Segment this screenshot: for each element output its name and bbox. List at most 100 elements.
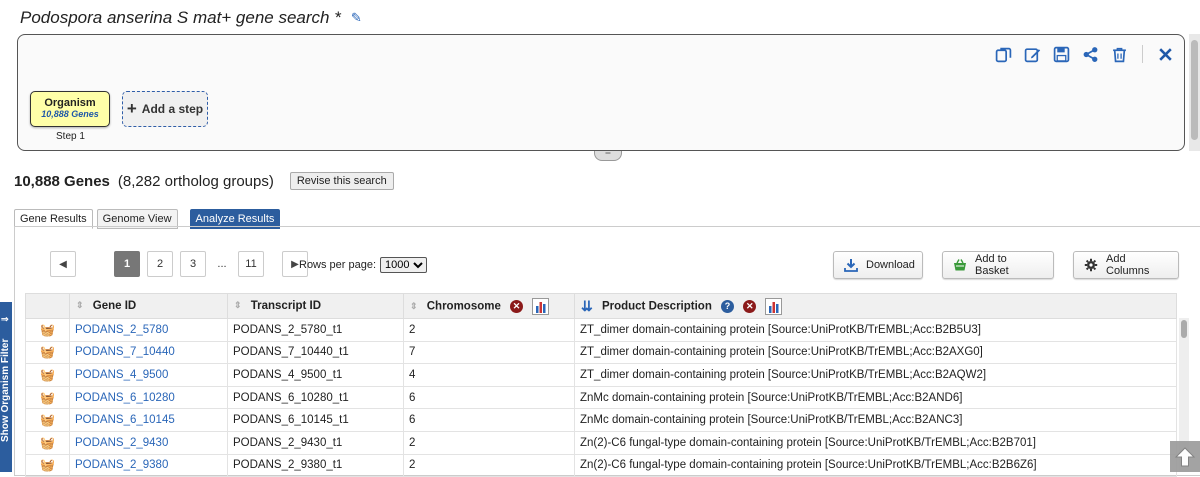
expand-arrow-icon: ⇒	[1, 314, 9, 324]
share-icon[interactable]	[1082, 46, 1099, 63]
close-icon[interactable]	[1157, 46, 1174, 63]
plus-icon: +	[126, 99, 137, 118]
basket-cell[interactable]: 🧺	[25, 363, 70, 387]
organism-filter-toggle[interactable]: ⇒ Show Organism Filter	[0, 302, 12, 472]
page-button[interactable]: 2	[147, 251, 173, 277]
basket-cell[interactable]: 🧺	[25, 385, 70, 410]
product-description-cell: ZT_dimer domain-containing protein [Sour…	[574, 363, 1177, 387]
revise-search-button[interactable]: Revise this search	[289, 172, 394, 190]
panel-resize-handle[interactable]: ═	[594, 150, 622, 161]
basket-icon[interactable]: 🧺	[40, 458, 55, 472]
basket-icon[interactable]: 🧺	[40, 345, 55, 359]
strategy-panel: Organism 10,888 Genes Step 1 + Add a ste…	[17, 34, 1185, 151]
add-columns-button[interactable]: Add Columns	[1073, 251, 1179, 279]
gene-id-link[interactable]: PODANS_2_9430	[75, 437, 168, 449]
save-icon[interactable]	[1053, 46, 1070, 63]
gene-id-link[interactable]: PODANS_7_10440	[75, 346, 175, 358]
prev-page-button[interactable]: ◀	[50, 251, 76, 277]
basket-column-header	[25, 293, 70, 319]
page-button[interactable]: 11	[238, 251, 264, 277]
gear-icon	[1084, 258, 1098, 272]
gene-id-link[interactable]: PODANS_2_5780	[75, 324, 168, 336]
basket-cell[interactable]: 🧺	[25, 318, 70, 342]
arrow-up-icon	[1174, 446, 1196, 466]
gene-id-link[interactable]: PODANS_6_10145	[75, 414, 175, 426]
table-row: 🧺 PODANS_6_10145 PODANS_6_10145_t1 6 ZnM…	[25, 408, 1177, 432]
product-description-cell: ZT_dimer domain-containing protein [Sour…	[574, 318, 1177, 342]
column-label: Gene ID	[92, 300, 137, 312]
add-step-button[interactable]: + Add a step	[122, 91, 208, 127]
table-row: 🧺 PODANS_6_10280 PODANS_6_10280_t1 6 ZnM…	[25, 385, 1177, 410]
product-description-cell: Zn(2)-C6 fungal-type domain-containing p…	[574, 430, 1177, 455]
table-row: 🧺 PODANS_7_10440 PODANS_7_10440_t1 7 ZT_…	[25, 340, 1177, 365]
column-label: Transcript ID	[250, 300, 322, 312]
column-header-product-description[interactable]: ⇊ Product Description ? ✕	[574, 293, 1177, 319]
remove-column-icon[interactable]: ✕	[743, 299, 757, 313]
basket-icon[interactable]: 🧺	[40, 436, 55, 450]
sort-icon[interactable]: ⇕	[76, 300, 84, 311]
column-header-transcript-id[interactable]: ⇕ Transcript ID	[227, 293, 404, 319]
table-row: 🧺 PODANS_4_9500 PODANS_4_9500_t1 4 ZT_di…	[25, 363, 1177, 387]
rows-per-page: Rows per page: 1000	[299, 257, 428, 273]
basket-icon[interactable]: 🧺	[40, 368, 55, 382]
column-label: Product Description	[601, 300, 712, 313]
product-description-cell: Zn(2)-C6 fungal-type domain-containing p…	[574, 453, 1177, 477]
gene-id-cell: PODANS_6_10280	[69, 385, 228, 410]
page-button[interactable]: 3	[180, 251, 206, 277]
page-ellipsis: ...	[217, 258, 227, 270]
transcript-id-cell: PODANS_2_9430_t1	[227, 430, 404, 455]
basket-icon[interactable]: 🧺	[40, 391, 55, 405]
basket-icon[interactable]: 🧺	[40, 323, 55, 337]
add-to-basket-button[interactable]: Add to Basket	[942, 251, 1054, 279]
gene-id-link[interactable]: PODANS_6_10280	[75, 392, 175, 404]
gene-id-cell: PODANS_2_5780	[69, 318, 228, 342]
basket-cell[interactable]: 🧺	[25, 340, 70, 365]
gene-id-cell: PODANS_7_10440	[69, 340, 228, 365]
download-label: Download	[866, 259, 915, 271]
sort-icon[interactable]: ⇕	[410, 301, 418, 312]
column-header-gene-id[interactable]: ⇕ Gene ID	[69, 293, 228, 319]
step-organism[interactable]: Organism 10,888 Genes	[30, 91, 110, 127]
chromosome-cell: 4	[403, 363, 575, 387]
basket-cell[interactable]: 🧺	[25, 453, 70, 477]
column-header-chromosome[interactable]: ⇕ Chromosome ✕	[403, 293, 575, 319]
histogram-icon[interactable]	[532, 297, 550, 315]
gene-id-link[interactable]: PODANS_4_9500	[75, 369, 168, 381]
panel-scrollbar[interactable]	[1189, 34, 1200, 151]
rows-per-page-select[interactable]: 1000	[380, 257, 428, 273]
add-step-label: Add a step	[141, 102, 204, 116]
download-button[interactable]: Download	[833, 251, 923, 279]
sort-icon[interactable]: ⇕	[234, 300, 242, 311]
basket-cell[interactable]: 🧺	[25, 430, 70, 455]
gene-id-cell: PODANS_6_10145	[69, 408, 228, 432]
pencil-icon[interactable]: ✎	[351, 10, 362, 26]
page-button[interactable]: 1	[114, 251, 140, 277]
basket-cell[interactable]: 🧺	[25, 408, 70, 432]
table-row: 🧺 PODANS_2_9380 PODANS_2_9380_t1 2 Zn(2)…	[25, 453, 1177, 477]
sort-descending-icon[interactable]: ⇊	[581, 298, 593, 315]
help-icon[interactable]: ?	[721, 299, 735, 313]
transcript-id-cell: PODANS_6_10280_t1	[227, 385, 404, 410]
histogram-icon[interactable]	[765, 297, 783, 315]
ortholog-count: (8,282 ortholog groups)	[117, 172, 274, 190]
remove-column-icon[interactable]: ✕	[510, 299, 524, 313]
table-row: 🧺 PODANS_2_9430 PODANS_2_9430_t1 2 Zn(2)…	[25, 430, 1177, 455]
search-title: Podospora anserina S mat+ gene search *	[20, 8, 341, 27]
product-description-cell: ZnMc domain-containing protein [Source:U…	[574, 408, 1177, 432]
transcript-id-cell: PODANS_4_9500_t1	[227, 363, 404, 387]
rows-per-page-label: Rows per page:	[299, 259, 377, 271]
transcript-id-cell: PODANS_7_10440_t1	[227, 340, 404, 365]
edit-icon[interactable]	[1024, 46, 1041, 63]
copy-icon[interactable]	[995, 46, 1012, 63]
basket-icon[interactable]: 🧺	[40, 413, 55, 427]
product-description-cell: ZnMc domain-containing protein [Source:U…	[574, 385, 1177, 410]
trash-icon[interactable]	[1111, 46, 1128, 63]
column-label: Chromosome	[426, 300, 501, 313]
gene-id-link[interactable]: PODANS_2_9380	[75, 459, 168, 471]
step-name: Organism	[44, 97, 96, 109]
pagination: ◀ 1 2 3 ... 11 ▶	[50, 251, 308, 277]
gene-id-cell: PODANS_2_9430	[69, 430, 228, 455]
scroll-to-top-button[interactable]	[1170, 441, 1200, 472]
chromosome-cell: 2	[403, 430, 575, 455]
step-label: Step 1	[56, 131, 85, 142]
